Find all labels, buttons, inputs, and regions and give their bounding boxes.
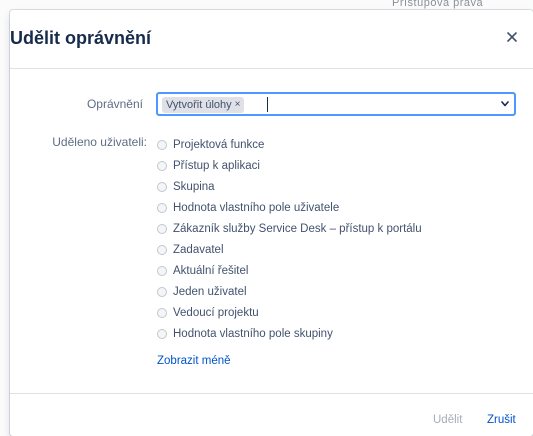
radio-button[interactable]	[157, 286, 167, 297]
background-page-text: Přístupová práva	[392, 0, 484, 9]
permission-label: Oprávnění	[86, 97, 143, 111]
permission-tag-label: Vytvořit úlohy	[166, 99, 232, 111]
footer-divider	[10, 393, 533, 394]
radio-option-group-custom-field[interactable]: Hodnota vlastního pole skupiny	[157, 323, 422, 344]
radio-button[interactable]	[157, 265, 167, 276]
radio-option-reporter[interactable]: Zadavatel	[157, 239, 422, 260]
radio-option-project-lead[interactable]: Vedoucí projektu	[157, 302, 422, 323]
radio-button[interactable]	[157, 139, 167, 150]
radio-option-label: Skupina	[173, 180, 215, 193]
permission-tag: Vytvořit úlohy ×	[162, 97, 245, 113]
permission-select[interactable]: Vytvořit úlohy ×	[156, 92, 516, 116]
radio-option-application-access[interactable]: Přístup k aplikaci	[157, 155, 422, 176]
radio-button[interactable]	[157, 223, 167, 234]
radio-option-group[interactable]: Skupina	[157, 176, 422, 197]
radio-button[interactable]	[157, 202, 167, 213]
grant-permission-dialog: Udělit oprávnění Oprávnění Vytvořit úloh…	[10, 10, 533, 436]
radio-option-label: Hodnota vlastního pole uživatele	[173, 201, 340, 214]
radio-option-project-role[interactable]: Projektová funkce	[157, 134, 422, 155]
close-icon	[507, 32, 517, 42]
dialog-header: Udělit oprávnění	[10, 10, 533, 69]
radio-option-label: Přístup k aplikaci	[173, 159, 260, 172]
radio-option-label: Zadavatel	[173, 243, 224, 256]
radio-button[interactable]	[157, 307, 167, 318]
radio-button[interactable]	[157, 181, 167, 192]
radio-option-label: Jeden uživatel	[173, 285, 247, 298]
granted-to-label: Uděleno uživateli:	[52, 135, 147, 149]
radio-button[interactable]	[157, 160, 167, 171]
radio-option-label: Hodnota vlastního pole skupiny	[173, 327, 333, 340]
grant-button[interactable]: Udělit	[433, 414, 462, 426]
radio-option-user-custom-field[interactable]: Hodnota vlastního pole uživatele	[157, 197, 422, 218]
radio-option-label: Zákazník služby Service Desk – přístup k…	[173, 222, 422, 235]
grantee-radio-list: Projektová funkce Přístup k aplikaci Sku…	[157, 134, 422, 344]
text-cursor	[267, 97, 268, 112]
radio-option-single-user[interactable]: Jeden uživatel	[157, 281, 422, 302]
chevron-down-icon[interactable]	[501, 101, 509, 107]
show-less-link[interactable]: Zobrazit méně	[157, 355, 231, 367]
radio-button[interactable]	[157, 328, 167, 339]
tag-remove-icon[interactable]: ×	[235, 97, 241, 113]
radio-option-current-assignee[interactable]: Aktuální řešitel	[157, 260, 422, 281]
radio-option-label: Vedoucí projektu	[173, 306, 259, 319]
radio-option-label: Projektová funkce	[173, 138, 265, 151]
dialog-title: Udělit oprávnění	[10, 28, 152, 48]
radio-button[interactable]	[157, 244, 167, 255]
cancel-button[interactable]: Zrušit	[487, 414, 516, 426]
close-button[interactable]	[505, 30, 519, 44]
radio-option-service-desk-customer[interactable]: Zákazník služby Service Desk – přístup k…	[157, 218, 422, 239]
radio-option-label: Aktuální řešitel	[173, 264, 249, 277]
